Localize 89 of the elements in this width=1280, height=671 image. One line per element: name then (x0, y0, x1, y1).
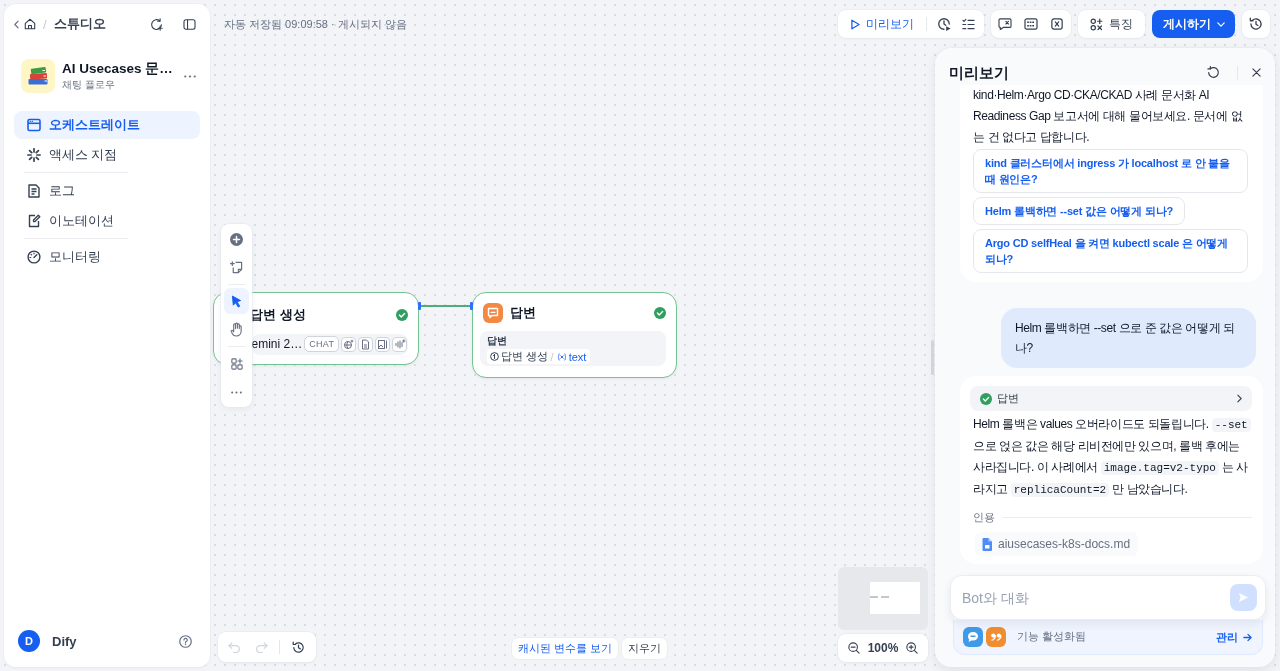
quote-icon (986, 627, 1006, 647)
note-pencil-icon (27, 214, 41, 228)
more-icon[interactable] (184, 74, 196, 78)
more-icon (231, 390, 242, 394)
burst-icon (27, 148, 41, 162)
workflow-node[interactable]: 답변 답변 답변 생성 / text (472, 292, 677, 378)
connection-handle[interactable] (418, 302, 421, 310)
checklist-icon (961, 17, 975, 31)
image-icon (375, 336, 391, 352)
nav-item[interactable]: 이노테이션 (14, 207, 200, 235)
chat-x-icon (998, 18, 1012, 30)
zoom-level[interactable]: 100% (867, 641, 899, 655)
hand-icon (230, 321, 243, 337)
waveform-icon (392, 336, 408, 352)
document-icon (27, 184, 41, 198)
clock-play-icon (937, 17, 951, 31)
close-icon[interactable] (1252, 68, 1261, 77)
pointer-tool[interactable] (224, 288, 249, 314)
chat-input[interactable]: Bot와 대화 (950, 575, 1266, 620)
suggested-question[interactable]: kind 클러스터에서 ingress 가 localhost 로 안 붙을 때 원인은? (973, 149, 1248, 193)
nav-item[interactable]: 액세스 지점 (14, 141, 200, 169)
play-icon (851, 18, 860, 30)
suggested-question[interactable]: Argo CD selfHeal 을 켜면 kubectl scale 은 어떻게 되나? (973, 229, 1248, 273)
features-button[interactable]: 특징 (1078, 10, 1145, 38)
gauge-icon (27, 250, 41, 264)
history-icon (1249, 17, 1263, 31)
citation-label: 인용 (973, 509, 995, 525)
panel-title: 미리보기 (949, 62, 1010, 83)
view-cached-variables-button[interactable]: 캐시된 변수를 보기 (512, 638, 619, 659)
breadcrumb-separator: / (43, 16, 47, 32)
zoom-in-icon (906, 642, 919, 654)
pointer-icon (231, 294, 242, 308)
grid-plus-icon (230, 358, 243, 370)
user-avatar: D (18, 630, 40, 652)
refresh-icon[interactable] (1207, 66, 1220, 79)
variable-reference: 답변 생성 / text (486, 349, 591, 364)
user-name: Dify (52, 633, 77, 649)
send-icon (1238, 592, 1249, 603)
workflow-status-toggle[interactable]: 답변 (970, 386, 1252, 411)
mode-tag: CHAT (304, 336, 340, 352)
message-square-icon (482, 303, 503, 323)
field-label: 답변 (486, 334, 508, 347)
message-text: Helm 롤백은 values 오버라이드도 되돌립니다. --set 으로 얹은 값은 해당 리비전에만 있으며, 롤백 후에는 사라집니다. 이 사례에서 image.tag=v2-typo 는 사라지고 replicaCount=2 만 남았습니다. (972, 416, 1252, 499)
variable-icon (556, 352, 567, 361)
manage-link[interactable]: 관리 (1216, 629, 1252, 645)
variable-box-icon (1051, 18, 1063, 30)
chevron-right-icon (1237, 394, 1242, 403)
connection-handle[interactable] (470, 302, 473, 310)
chat-bubble-icon (963, 627, 983, 647)
globe-sparkle-icon (341, 336, 357, 352)
suggested-question[interactable]: Helm 롤백하면 --set 값은 어떻게 되나? (973, 197, 1185, 225)
model-name: emini 2… (251, 337, 303, 351)
nav-item[interactable]: 모니터링 (14, 243, 200, 271)
save-status: 자동 저장됨 09:09:58 · 게시되지 않음 (224, 16, 407, 32)
history-icon (292, 640, 306, 654)
features-status: 기능 활성화됨 (1017, 630, 1086, 644)
back-icon[interactable] (14, 19, 19, 29)
app-window-icon (27, 118, 41, 132)
message-text: kind·Helm·Argo CD·CKA/CKAD 사례 문서화 AI Readiness Gap 보고서에 대해 물어보세요. 문서에 없는 건 없다고 답합니다. (973, 87, 1244, 146)
app-name: AI Usecases 문… (62, 60, 174, 78)
env-box-icon (1024, 18, 1038, 30)
home-icon[interactable] (24, 18, 36, 30)
clear-button[interactable]: 지우기 (622, 638, 668, 659)
arrow-right-icon (1243, 632, 1252, 642)
user-message: Helm 롤백하면 --set 으로 준 값은 어떻게 되나? (1001, 308, 1256, 368)
preview-button[interactable]: 미리보기 (842, 12, 921, 36)
file-icon (982, 537, 992, 551)
citation-file[interactable]: aiusecases-k8s-docs.md (975, 532, 1139, 556)
add-icon (230, 232, 243, 246)
publish-button[interactable]: 게시하기 (1152, 10, 1235, 38)
app-type: 채팅 플로우 (62, 78, 116, 92)
books-icon (21, 59, 55, 93)
nav-item[interactable]: 오케스트레이트 (14, 111, 200, 139)
sidebar-toggle-icon[interactable] (183, 18, 196, 30)
sticky-note-add-icon (230, 260, 243, 274)
features-icon (1090, 17, 1103, 31)
node-title: 답변 (509, 304, 537, 322)
refresh-icon[interactable] (150, 17, 163, 31)
document-icon (358, 336, 374, 352)
breadcrumb-link[interactable]: 스튜디오 (53, 15, 106, 33)
chevron-down-icon (1217, 21, 1225, 27)
undo-icon (227, 641, 241, 653)
help-icon[interactable] (179, 634, 192, 648)
redo-icon (254, 641, 268, 653)
history-button[interactable] (1242, 10, 1270, 38)
edge-connector (421, 305, 470, 307)
zoom-out-icon (847, 642, 860, 654)
circle-node-icon (489, 352, 499, 361)
nav-item[interactable]: 로그 (14, 177, 200, 205)
